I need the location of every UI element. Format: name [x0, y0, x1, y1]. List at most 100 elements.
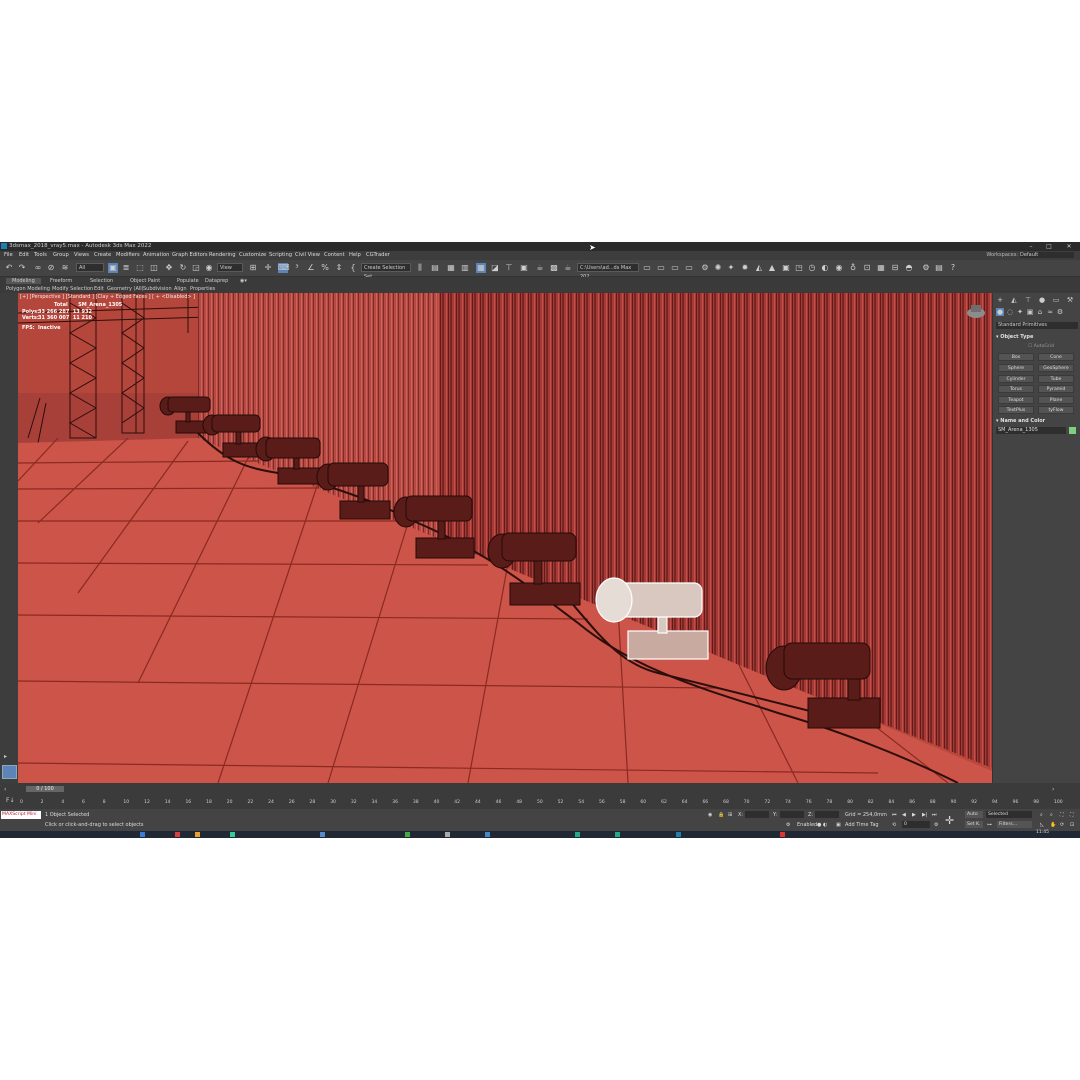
- menu-edit[interactable]: Edit: [19, 252, 29, 258]
- object-type-rollout[interactable]: ▾ Object Type: [996, 334, 1078, 341]
- vray-instancer-icon[interactable]: ⊟: [890, 263, 900, 273]
- menu-modifiers[interactable]: Modifiers: [116, 252, 140, 258]
- align-icon[interactable]: ▤: [430, 263, 440, 273]
- menu-help[interactable]: Help: [349, 252, 361, 258]
- key-filters-icon[interactable]: ⊶: [987, 822, 992, 828]
- taskbar-app-icon[interactable]: [140, 832, 145, 837]
- help-icon[interactable]: ?: [948, 263, 958, 273]
- frame-ruler[interactable]: 0 2 4 6 8 10 12 14 16 18 20 22 24 26 28 30 32 34 36 38 40 42 4…: [20, 796, 1063, 808]
- perspective-viewport[interactable]: [+] [Perspective ] [Standard ] [Clay + E…: [18, 293, 992, 783]
- set-key-button[interactable]: Set K.: [965, 821, 983, 828]
- open-folder-icon[interactable]: ▭: [656, 263, 666, 273]
- select-move-icon[interactable]: ✥: [164, 263, 174, 273]
- project-path-dropdown[interactable]: C:\Users\ad...ds Max 202: [577, 263, 639, 280]
- menu-group[interactable]: Group: [53, 252, 69, 258]
- vray-tools-icon[interactable]: ⚙: [700, 263, 710, 273]
- place-icon[interactable]: ◉: [204, 263, 214, 273]
- textplus-button[interactable]: TextPlus: [998, 406, 1034, 414]
- menu-tools[interactable]: Tools: [34, 252, 47, 258]
- orbit-icon[interactable]: ⟳: [1060, 822, 1064, 828]
- shapes-icon[interactable]: ◌: [1006, 308, 1014, 316]
- absolute-mode-icon[interactable]: ⊞: [728, 812, 732, 818]
- select-by-name-icon[interactable]: ≣: [121, 263, 131, 273]
- taskbar-app-icon[interactable]: [485, 832, 490, 837]
- key-filters-button[interactable]: Filters...: [997, 821, 1032, 828]
- lock-icon[interactable]: 🔒: [718, 812, 724, 818]
- angle-snap-icon[interactable]: ∠: [306, 263, 316, 273]
- taskbar-app-icon[interactable]: [575, 832, 580, 837]
- display-tab-icon[interactable]: ▭: [1052, 296, 1060, 304]
- time-configuration-icon[interactable]: ⚙: [934, 822, 938, 828]
- time-slider[interactable]: 0 / 100: [26, 786, 64, 792]
- menu-cgtrader[interactable]: CGTrader: [366, 252, 390, 258]
- geosphere-button[interactable]: GeoSphere: [1038, 364, 1074, 372]
- menu-create[interactable]: Create: [94, 252, 111, 258]
- taskbar-app-icon[interactable]: [195, 832, 200, 837]
- ribbon-tab-modeling[interactable]: Modeling: [6, 278, 41, 284]
- menu-customize[interactable]: Customize: [239, 252, 266, 258]
- taskbar-app-icon[interactable]: [615, 832, 620, 837]
- link-icon[interactable]: ∞: [33, 263, 43, 273]
- hierarchy-tab-icon[interactable]: ⊤: [1024, 296, 1032, 304]
- vray-bulb-icon[interactable]: ✦: [726, 263, 736, 273]
- zoom-extents-icon[interactable]: ⛶: [1060, 812, 1064, 818]
- vray-light-icon[interactable]: ✺: [713, 263, 723, 273]
- script-icon[interactable]: ⚙: [921, 263, 931, 273]
- named-selection-dropdown[interactable]: Create Selection Set: [361, 263, 411, 280]
- spacewarps-icon[interactable]: ≈: [1046, 308, 1054, 316]
- ribbon-subtab-align[interactable]: Align: [174, 286, 187, 292]
- time-tag-icon[interactable]: ▣: [836, 822, 841, 828]
- modify-tab-icon[interactable]: ◭: [1010, 296, 1018, 304]
- menu-views[interactable]: Views: [74, 252, 89, 258]
- rendered-frame-window-icon[interactable]: ▩: [549, 263, 559, 273]
- ribbon-subtab-subdivision[interactable]: Subdivision: [143, 286, 172, 292]
- folder-icon[interactable]: ▭: [670, 263, 680, 273]
- viewport-layout-icon[interactable]: [2, 765, 17, 779]
- sphere-button[interactable]: Sphere: [998, 364, 1034, 372]
- select-rotate-icon[interactable]: ↻: [178, 263, 188, 273]
- ribbon-tab-populate[interactable]: Populate: [177, 278, 199, 284]
- autogrid-checkbox[interactable]: ☐ AutoGrid: [1028, 344, 1054, 349]
- z-coordinate-field[interactable]: [815, 811, 839, 818]
- ribbon-options-icon[interactable]: ◉▾: [240, 278, 247, 284]
- toggle-ribbon-icon[interactable]: ▦: [476, 263, 486, 273]
- x-coordinate-field[interactable]: [745, 811, 769, 818]
- fov-icon[interactable]: ◺: [1040, 822, 1044, 828]
- ribbon-tab-object-paint[interactable]: Object Paint: [130, 278, 160, 284]
- ribbon-subtab-properties[interactable]: Properties: [190, 286, 215, 292]
- schematic-view-icon[interactable]: ⊤: [504, 263, 514, 273]
- enabled-toggle-icon[interactable]: ●: [817, 822, 821, 828]
- cameras-icon[interactable]: ▣: [1026, 308, 1034, 316]
- manipulate-icon[interactable]: ✛: [263, 263, 273, 273]
- create-tab-icon[interactable]: +: [996, 296, 1004, 304]
- cylinder-button[interactable]: Cylinder: [998, 375, 1034, 383]
- taskbar-app-icon[interactable]: [780, 832, 785, 837]
- project-folder-icon[interactable]: ▭: [642, 263, 652, 273]
- vray-sphere-icon[interactable]: ◐: [820, 263, 830, 273]
- minimize-button[interactable]: –: [1024, 242, 1038, 251]
- zoom-icon[interactable]: ⌕: [1040, 812, 1043, 818]
- expand-arrow-icon[interactable]: ▸: [4, 753, 7, 760]
- unlink-icon[interactable]: ⊘: [46, 263, 56, 273]
- pyramid-button[interactable]: Pyramid: [1038, 385, 1074, 393]
- vray-mesh-icon[interactable]: ▦: [876, 263, 886, 273]
- ribbon-subtab-polygon-modeling[interactable]: Polygon Modeling: [6, 286, 50, 292]
- render-setup-icon[interactable]: ☕: [535, 263, 545, 273]
- vray-plane-icon[interactable]: ▲: [767, 263, 777, 273]
- ribbon-subtab-geometry[interactable]: Geometry (All): [107, 286, 144, 292]
- helpers-icon[interactable]: ⌂: [1036, 308, 1044, 316]
- menu-graph-editors[interactable]: Graph Editors: [172, 252, 208, 258]
- vray-frame-buffer-icon[interactable]: ▣: [781, 263, 791, 273]
- ribbon-tab-selection[interactable]: Selection: [90, 278, 113, 284]
- taskbar-app-icon[interactable]: [445, 832, 450, 837]
- keyboard-shortcut-toggle-icon[interactable]: ⌨: [278, 263, 290, 273]
- object-name-field[interactable]: SM_Arena_1305: [996, 427, 1066, 434]
- cone-button[interactable]: Cone: [1038, 353, 1074, 361]
- menu-rendering[interactable]: Rendering: [209, 252, 236, 258]
- lights-icon[interactable]: ✦: [1016, 308, 1024, 316]
- isolate-icon[interactable]: ◉: [708, 812, 712, 818]
- torus-button[interactable]: Torus: [998, 385, 1034, 393]
- systems-icon[interactable]: ⚙: [1056, 308, 1064, 316]
- plane-button[interactable]: Plane: [1038, 396, 1074, 404]
- vray-ies-icon[interactable]: ◭: [754, 263, 764, 273]
